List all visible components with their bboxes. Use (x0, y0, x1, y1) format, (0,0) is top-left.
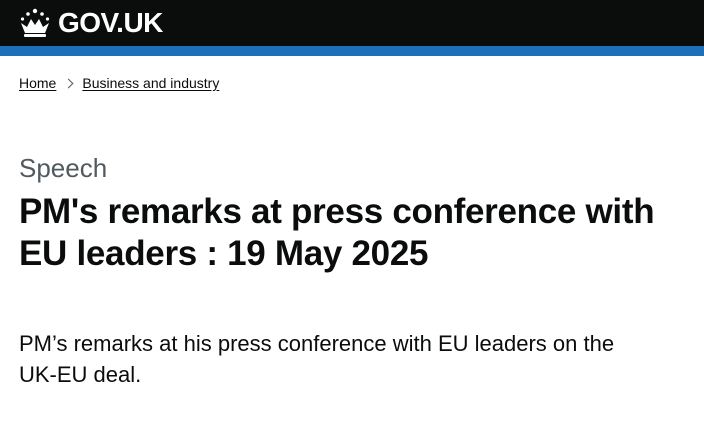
govuk-logo-link[interactable]: GOV.UK (18, 4, 163, 42)
chevron-right-icon (63, 78, 74, 88)
breadcrumb-business-link[interactable]: Business and industry (82, 74, 219, 92)
breadcrumb: Home Business and industry (19, 74, 219, 92)
logo-text: GOV.UK (58, 7, 163, 38)
site-header: GOV.UK (0, 0, 704, 46)
lead-paragraph: PM’s remarks at his press conference wit… (19, 331, 615, 387)
crown-icon (20, 8, 50, 37)
breadcrumb-home-link[interactable]: Home (19, 74, 56, 92)
header-accent-bar (0, 46, 704, 56)
content-type-caption: Speech (19, 153, 108, 183)
page-title: PM's remarks at press conference with EU… (19, 192, 655, 273)
